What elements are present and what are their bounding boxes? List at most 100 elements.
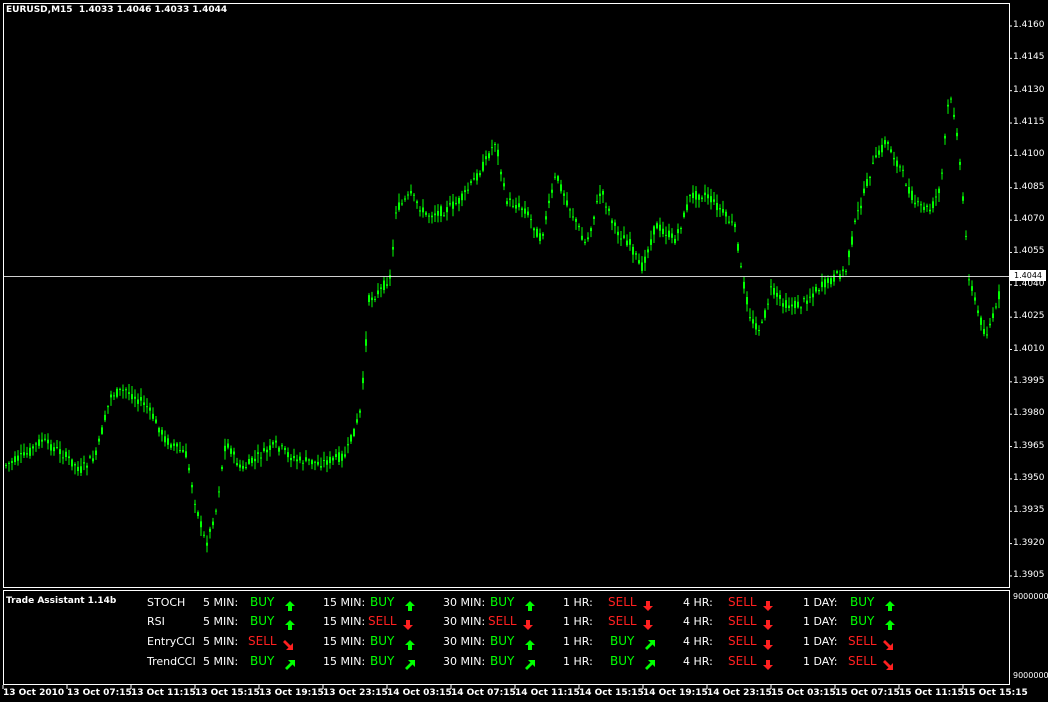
candle-body	[449, 203, 451, 205]
candle-body	[272, 442, 274, 445]
candle-body	[992, 313, 994, 318]
time-label: 15 Oct 15:15	[963, 688, 1028, 698]
candle-body	[587, 237, 589, 240]
candle-body	[59, 449, 61, 455]
candle-body	[557, 176, 559, 181]
candle-body	[866, 179, 868, 187]
signal-up-arrow-icon	[524, 636, 536, 650]
candle-body	[824, 279, 826, 288]
time-label: 15 Oct 03:15	[771, 688, 836, 698]
candle-body	[827, 278, 829, 283]
candle-body	[404, 198, 406, 200]
candle-body	[38, 439, 40, 446]
candle-body	[380, 287, 382, 289]
candle-body	[425, 212, 427, 215]
candle-body	[926, 205, 928, 207]
candle-body	[854, 220, 856, 223]
candle-body	[605, 206, 607, 208]
candle-body	[284, 447, 286, 451]
candle-body	[71, 459, 73, 467]
candle-body	[434, 213, 436, 216]
candle-body	[959, 161, 961, 165]
candle-body	[896, 160, 898, 167]
chart-window[interactable]: EURUSD,M15 1.4033 1.4046 1.4033 1.4044 1…	[0, 0, 1048, 702]
candle-body	[929, 209, 931, 212]
candle-body	[119, 388, 121, 391]
signal-down-arrow-icon	[402, 616, 414, 630]
candle-body	[923, 206, 925, 210]
candle-body	[830, 278, 832, 285]
candle-body	[101, 427, 103, 434]
timeframe-label: 15 MIN:	[323, 615, 366, 628]
signal-down-arrow-icon	[642, 597, 654, 611]
candle-body	[215, 510, 217, 512]
candle-body	[41, 439, 43, 442]
candle-body	[161, 429, 163, 435]
candle-body	[281, 445, 283, 447]
candle-body	[782, 303, 784, 307]
candle-body	[497, 149, 499, 157]
candle-body	[44, 438, 46, 440]
candle-body	[257, 452, 259, 454]
candle-body	[656, 223, 658, 229]
signal-up-arrow-icon	[404, 636, 416, 650]
candle-body	[878, 150, 880, 155]
candle-body	[212, 521, 214, 526]
time-label: 14 Oct 07:15	[451, 688, 516, 698]
candle-body	[89, 456, 91, 458]
candle-body	[560, 184, 562, 192]
candle-body	[320, 465, 322, 468]
timeframe-label: 30 MIN:	[443, 596, 486, 609]
candle-body	[275, 440, 277, 443]
time-label: 13 Oct 19:15	[259, 688, 324, 698]
signal-up-arrow-icon	[404, 597, 416, 611]
candle-body	[671, 233, 673, 238]
timeframe-label: 5 MIN:	[203, 655, 239, 668]
candle-body	[965, 235, 967, 237]
main-chart-frame	[3, 3, 1010, 588]
candle-body	[155, 419, 157, 423]
timeframe-label: 4 HR:	[683, 615, 713, 628]
candle-body	[749, 317, 751, 319]
candle-body	[332, 457, 334, 461]
candle-body	[755, 323, 757, 330]
candle-body	[956, 132, 958, 137]
candle-body	[608, 208, 610, 211]
candle-body	[323, 460, 325, 462]
candle-body	[665, 234, 667, 236]
candle-body	[737, 243, 739, 251]
candle-body	[932, 201, 934, 209]
price-label: 1.4145	[1013, 52, 1045, 63]
candle-body	[575, 218, 577, 222]
signal-downright-arrow-icon	[282, 636, 294, 650]
candle-body	[437, 210, 439, 216]
timeframe-label: 4 HR:	[683, 596, 713, 609]
candle-body	[431, 215, 433, 218]
candle-body	[968, 279, 970, 281]
current-price-label: 1.4044	[1010, 270, 1046, 281]
candle-body	[944, 135, 946, 139]
candle-body	[14, 456, 16, 463]
candle-body	[986, 334, 988, 336]
candle-body	[542, 233, 544, 236]
candle-body	[158, 427, 160, 433]
candle-body	[50, 444, 52, 451]
candle-body	[299, 456, 301, 461]
candle-body	[692, 192, 694, 199]
candle-body	[56, 446, 58, 448]
timeframe-label: 30 MIN:	[443, 635, 486, 648]
candle-body	[719, 208, 721, 210]
buy-signal: BUY	[250, 654, 275, 668]
candle-body	[788, 305, 790, 308]
signal-upright-arrow-icon	[524, 656, 536, 670]
candle-body	[413, 194, 415, 196]
candle-body	[902, 169, 904, 171]
buy-signal: BUY	[370, 634, 395, 648]
signal-down-arrow-icon	[762, 636, 774, 650]
candle-body	[848, 250, 850, 258]
timeframe-label: 5 MIN:	[203, 596, 239, 609]
candle-body	[344, 454, 346, 457]
sell-signal: SELL	[728, 595, 757, 609]
candle-body	[146, 406, 148, 408]
candle-body	[461, 193, 463, 201]
